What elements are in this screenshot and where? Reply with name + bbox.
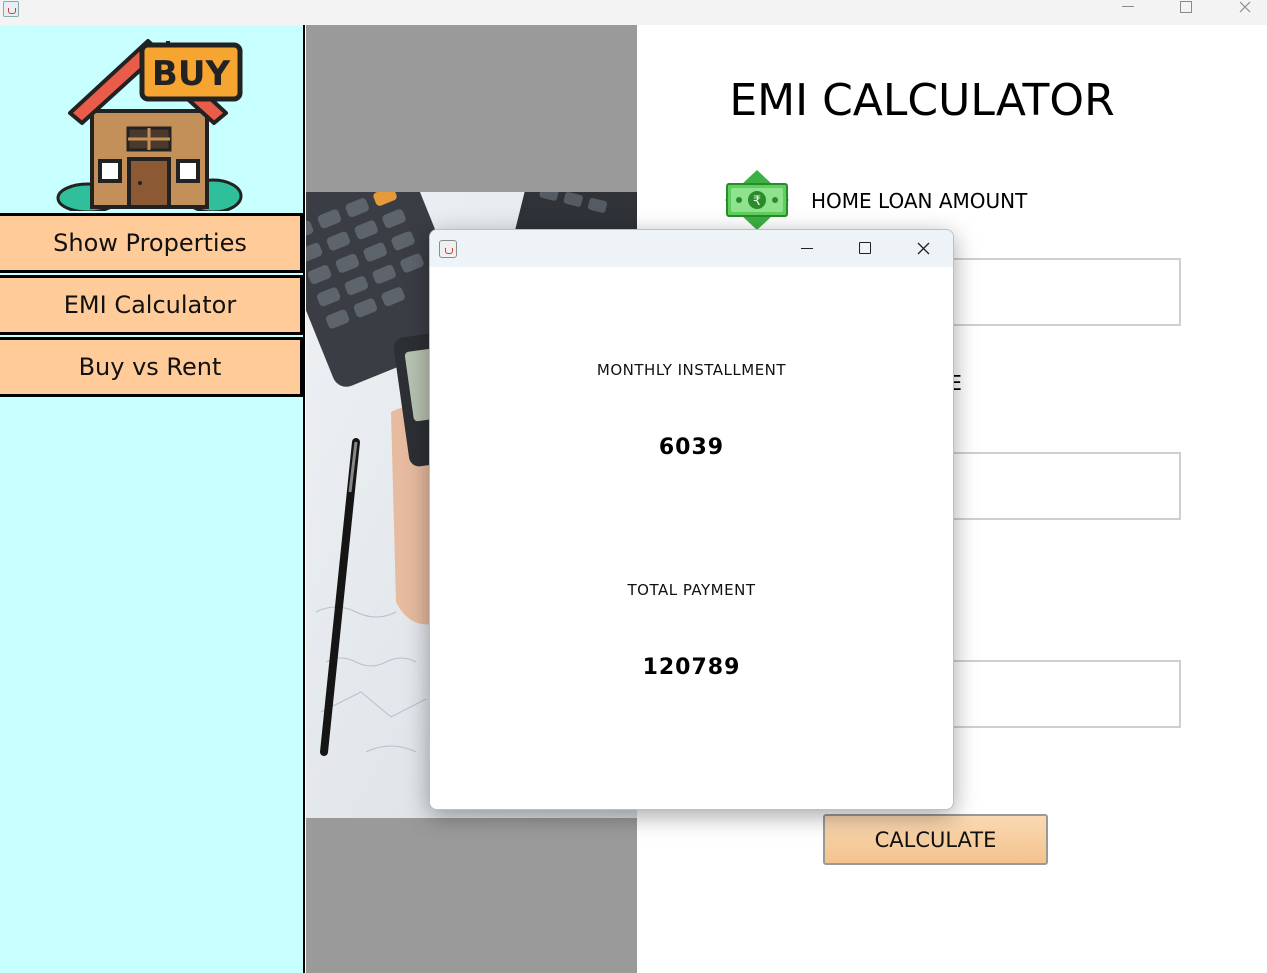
close-icon	[917, 242, 930, 255]
result-dialog: MONTHLY INSTALLMENT 6039 TOTAL PAYMENT 1…	[429, 229, 954, 810]
java-app-icon	[439, 240, 457, 258]
dialog-minimize-button[interactable]	[782, 230, 832, 267]
logo-buy-text: BUY	[152, 54, 231, 94]
emi-calculator-button[interactable]: EMI Calculator	[0, 275, 303, 335]
show-properties-button[interactable]: Show Properties	[0, 213, 303, 273]
buy-house-logo-icon: BUY	[56, 39, 243, 211]
java-app-icon	[3, 1, 19, 17]
close-icon	[1239, 1, 1251, 13]
buy-vs-rent-button[interactable]: Buy vs Rent	[0, 337, 303, 397]
dialog-title-bar	[430, 230, 953, 267]
dialog-maximize-button[interactable]	[840, 230, 890, 267]
close-button[interactable]	[1222, 0, 1267, 25]
money-icon: ₹	[725, 170, 789, 230]
monthly-installment-value: 6039	[658, 435, 725, 460]
monthly-installment-label: MONTHLY INSTALLMENT	[596, 361, 787, 379]
svg-text:₹: ₹	[753, 194, 761, 209]
total-payment-value: 120789	[642, 655, 741, 680]
maximize-button[interactable]	[1163, 0, 1209, 25]
calculate-button[interactable]: CALCULATE	[823, 814, 1048, 865]
page-title: EMI CALCULATOR	[729, 75, 1115, 126]
home-loan-amount-label: HOME LOAN AMOUNT	[811, 189, 1028, 213]
minimize-button[interactable]	[1106, 0, 1152, 25]
total-payment-label: TOTAL PAYMENT	[627, 581, 756, 599]
dialog-close-button[interactable]	[898, 230, 948, 267]
window-title-bar	[0, 0, 1267, 25]
sidebar: BUY Show Properties EMI Calculator Buy v…	[0, 25, 305, 973]
